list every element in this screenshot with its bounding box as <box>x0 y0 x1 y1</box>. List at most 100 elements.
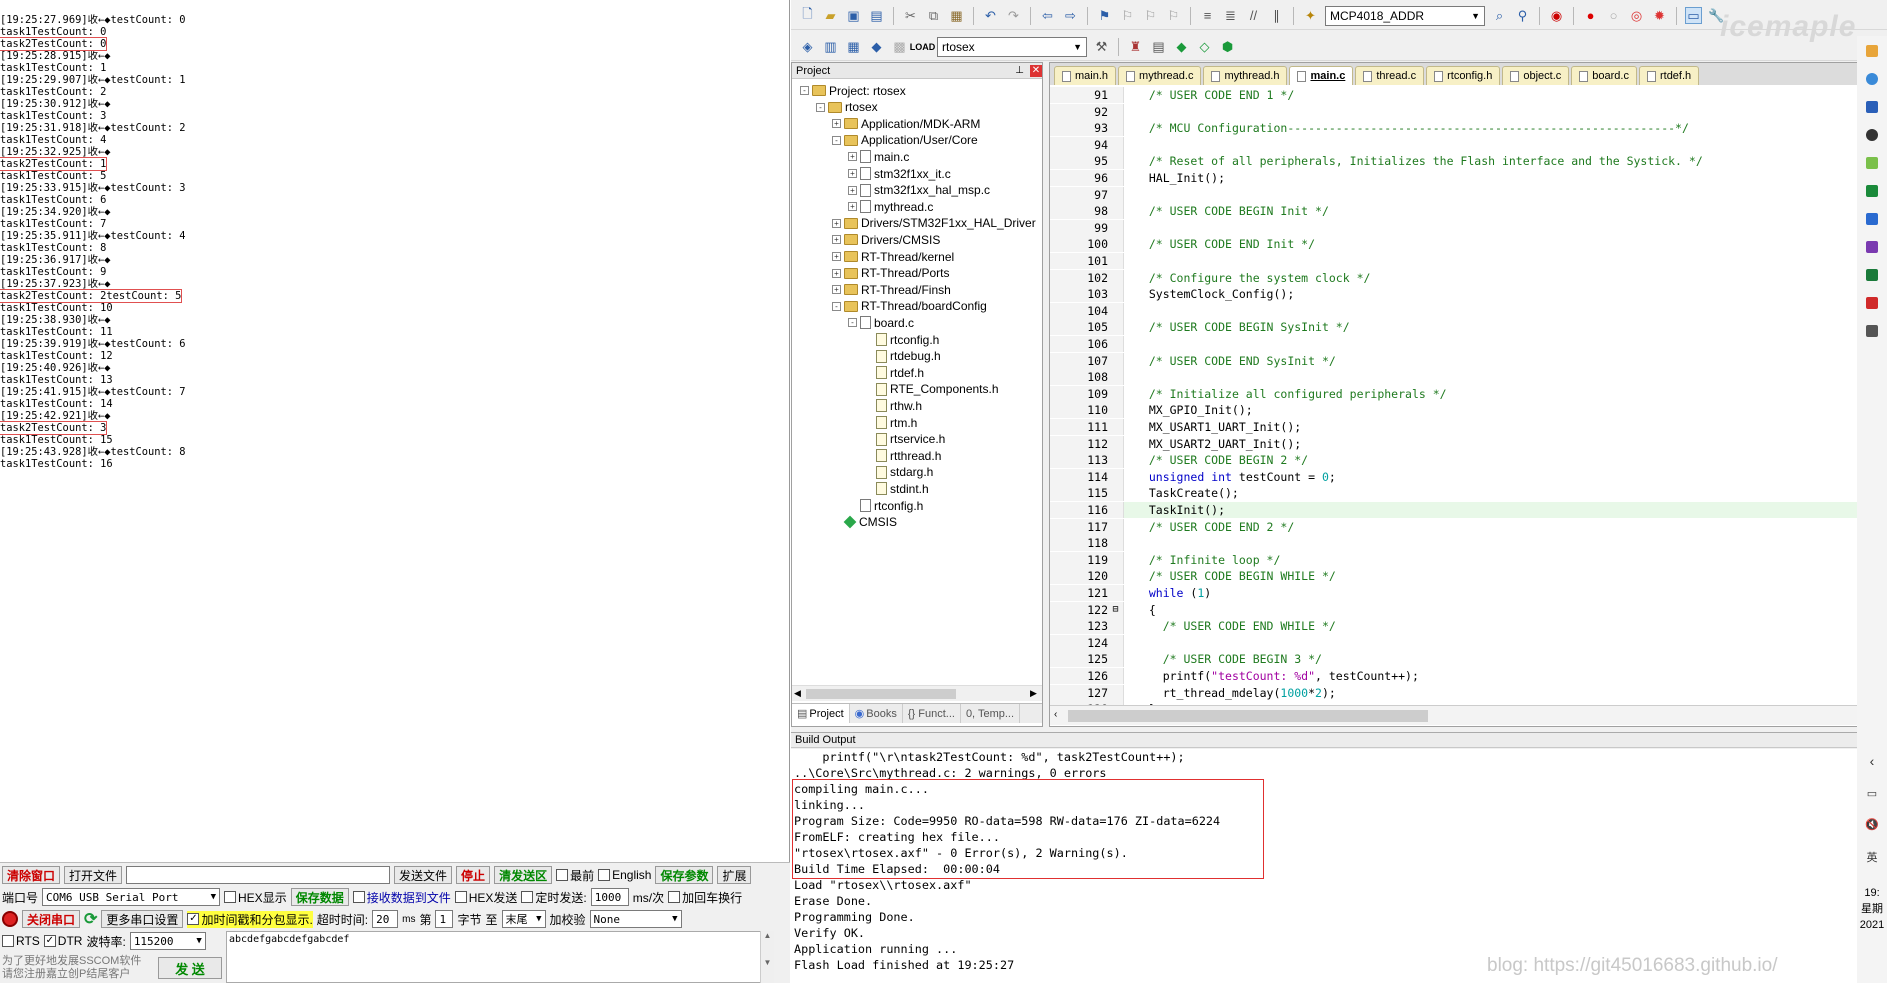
editor-gutter[interactable] <box>1108 535 1124 552</box>
editor-tab[interactable]: thread.c <box>1355 66 1425 85</box>
debug-icon[interactable]: ◉ <box>1548 7 1565 24</box>
editor-gutter[interactable] <box>1108 236 1124 253</box>
indent-icon[interactable]: ≡ <box>1199 7 1216 24</box>
disable-all-breakpoints-icon[interactable]: ◎ <box>1628 7 1645 24</box>
timestamp-checkbox[interactable]: ✓ 加时间戳和分包显示. <box>187 910 313 928</box>
checksum-select[interactable]: None ▼ <box>589 910 682 928</box>
next-bookmark-icon[interactable]: ⚐ <box>1142 7 1159 24</box>
editor-gutter[interactable] <box>1108 468 1124 485</box>
editor-gutter[interactable] <box>1108 551 1124 568</box>
bookmark-icon[interactable]: ⚑ <box>1096 7 1113 24</box>
volume-mute-icon[interactable]: 🔇 <box>1857 818 1887 831</box>
expand-icon[interactable]: + <box>848 202 857 212</box>
open-file-button[interactable]: 打开文件 <box>64 866 123 884</box>
port-select[interactable]: COM6 USB Serial Port ▼ <box>42 888 221 906</box>
project-tab[interactable]: ▤ Project <box>792 704 850 723</box>
clock[interactable]: 19: 星期 2021 <box>1857 885 1887 933</box>
chevron-left-icon[interactable]: ‹ <box>1857 753 1887 769</box>
editor-tab[interactable]: board.c <box>1571 66 1637 85</box>
code-line[interactable]: 105 /* USER CODE BEGIN SysInit */ <box>1050 319 1886 336</box>
incremental-find-icon[interactable]: ⚲ <box>1514 7 1531 24</box>
editor-gutter[interactable] <box>1108 120 1124 137</box>
nav-forward-icon[interactable]: ⇨ <box>1062 7 1079 24</box>
code-line[interactable]: 112 MX_USART2_UART_Init(); <box>1050 435 1886 452</box>
code-line[interactable]: 91 /* USER CODE END 1 */ <box>1050 87 1886 103</box>
pack-installer-icon[interactable]: ◆ <box>1173 38 1190 55</box>
crlf-checkbox[interactable]: 加回车换行 <box>668 889 742 906</box>
byte-index-input[interactable]: 1 <box>435 910 454 928</box>
code-line[interactable]: 108 <box>1050 369 1886 386</box>
collapse-icon[interactable]: - <box>848 318 857 328</box>
editor-gutter[interactable] <box>1108 103 1124 120</box>
tray-app-icon[interactable] <box>1866 101 1878 113</box>
code-line[interactable]: 118 <box>1050 535 1886 552</box>
topmost-checkbox[interactable]: 最前 <box>556 867 594 884</box>
code-line[interactable]: 95 /* Reset of all peripherals, Initiali… <box>1050 153 1886 170</box>
tray-app-icon[interactable] <box>1866 185 1878 197</box>
tray-app-icon[interactable] <box>1866 269 1878 281</box>
find-in-files-icon[interactable]: ✦ <box>1302 7 1319 24</box>
editor-gutter[interactable] <box>1108 651 1124 668</box>
hex-send-checkbox[interactable]: HEX发送 <box>454 889 517 906</box>
more-port-settings-button[interactable]: 更多串口设置 <box>101 910 184 928</box>
code-line[interactable]: 100 /* USER CODE END Init */ <box>1050 236 1886 253</box>
refresh-icon[interactable]: ⟳ <box>84 909 97 929</box>
editor-gutter[interactable] <box>1108 336 1124 352</box>
collapse-icon[interactable]: - <box>832 135 841 145</box>
timed-send-checkbox[interactable]: 定时发送: <box>521 889 587 906</box>
tray-app-icon[interactable] <box>1866 325 1878 337</box>
code-line[interactable]: 99 <box>1050 219 1886 236</box>
editor-tab[interactable]: main.h <box>1054 66 1117 85</box>
clear-send-area-button[interactable]: 清发送区 <box>494 866 553 884</box>
save-data-button[interactable]: 保存数据 <box>290 888 349 906</box>
expand-button[interactable]: 扩展 <box>717 866 752 884</box>
code-line[interactable]: 122 ⊟ { <box>1050 601 1886 618</box>
interval-input[interactable]: 1000 <box>590 888 629 906</box>
manage-project-items-icon[interactable]: ♜ <box>1127 38 1144 55</box>
paste-icon[interactable]: ▦ <box>948 7 965 24</box>
target-select[interactable]: rtosex ▼ <box>937 36 1087 57</box>
editor-gutter[interactable] <box>1108 452 1124 469</box>
code-line[interactable]: 123 /* USER CODE END WHILE */ <box>1050 618 1886 635</box>
translate-icon[interactable]: ◈ <box>799 38 816 55</box>
find-icon[interactable]: ⌕ <box>1491 7 1508 24</box>
editor-gutter[interactable] <box>1108 485 1124 502</box>
expand-icon[interactable]: + <box>832 235 841 245</box>
expand-icon[interactable]: + <box>848 169 857 178</box>
breakpoint-icon[interactable]: ● <box>1582 7 1599 24</box>
code-line[interactable]: 114 unsigned int testCount = 0; <box>1050 468 1886 485</box>
disable-breakpoint-icon[interactable]: ○ <box>1605 7 1622 24</box>
send-textarea[interactable]: abcdefgabcdefgabcdef <box>226 931 774 983</box>
file-path-input[interactable] <box>126 866 391 884</box>
editor-gutter[interactable] <box>1108 385 1124 402</box>
new-file-icon[interactable]: 🗋 <box>799 6 816 24</box>
end-select[interactable]: 末尾 ▼ <box>501 910 546 928</box>
editor-tab[interactable]: rtconfig.h <box>1426 66 1501 85</box>
tray-app-icon[interactable] <box>1866 157 1878 169</box>
collapse-icon[interactable]: - <box>800 86 809 95</box>
send-button[interactable]: 发 送 <box>158 957 222 979</box>
editor-gutter[interactable] <box>1108 618 1124 635</box>
download-icon[interactable]: LOAD <box>910 38 936 55</box>
expand-icon[interactable]: + <box>848 185 857 195</box>
close-icon[interactable]: ✕ <box>1030 64 1042 77</box>
code-line[interactable]: 98 /* USER CODE BEGIN Init */ <box>1050 203 1886 220</box>
code-line[interactable]: 120 /* USER CODE BEGIN WHILE */ <box>1050 568 1886 585</box>
open-folder-icon[interactable]: ▰ <box>822 7 839 24</box>
editor-gutter[interactable] <box>1108 435 1124 452</box>
code-line[interactable]: 104 <box>1050 302 1886 319</box>
editor-gutter[interactable] <box>1108 585 1124 601</box>
code-line[interactable]: 92 <box>1050 103 1886 120</box>
stop-build-icon[interactable]: ▩ <box>891 38 908 55</box>
editor-gutter[interactable] <box>1108 302 1124 319</box>
code-line[interactable]: 102 /* Configure the system clock */ <box>1050 269 1886 286</box>
stop-button[interactable]: 停止 <box>456 866 491 884</box>
manage-rte-icon[interactable]: ◇ <box>1196 38 1213 55</box>
scroll-left-icon[interactable]: ‹ <box>1054 709 1057 720</box>
editor-tab[interactable]: rtdef.h <box>1638 66 1700 85</box>
editor-gutter[interactable] <box>1108 568 1124 585</box>
scroll-thumb[interactable] <box>806 689 956 699</box>
network-icon[interactable]: ▭ <box>1857 787 1887 800</box>
code-line[interactable]: 109 /* Initialize all configured periphe… <box>1050 385 1886 402</box>
code-line[interactable]: 113 /* USER CODE BEGIN 2 */ <box>1050 452 1886 469</box>
